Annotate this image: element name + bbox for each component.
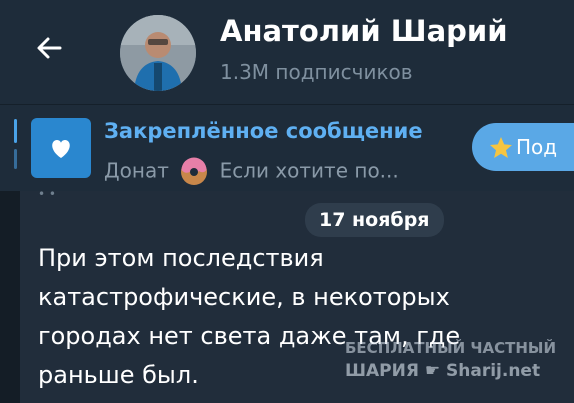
pinned-preview-prefix: Донат [104, 158, 169, 183]
subscribe-label: Под [516, 135, 558, 159]
pinned-preview: Донат Если хотите по... [104, 157, 399, 187]
pinned-title: Закреплённое сообщение [104, 119, 423, 143]
channel-header: Анатолий Шарий 1.3M подписчиков [0, 0, 574, 104]
pinned-indicator [14, 119, 17, 143]
pinned-indicator [14, 149, 17, 169]
chat-gutter [0, 191, 20, 403]
pinned-preview-suffix: Если хотите по... [219, 158, 399, 183]
date-badge: 17 ноября [305, 203, 444, 237]
heart-icon [52, 140, 70, 158]
avatar[interactable] [120, 15, 196, 91]
subscriber-count: 1.3M подписчиков [220, 60, 413, 84]
donut-icon [181, 157, 208, 185]
message-separator: • • [38, 187, 56, 201]
pinned-message-bar[interactable]: Закреплённое сообщение Донат Если хотите… [0, 104, 574, 191]
star-icon [490, 137, 512, 158]
subscribe-button[interactable]: Под [472, 123, 574, 171]
arrow-left-icon[interactable] [30, 28, 70, 68]
channel-title[interactable]: Анатолий Шарий [220, 14, 508, 48]
chat-area[interactable]: • • 17 ноября При этом последствия катас… [0, 187, 574, 403]
watermark-line: ШАРИЯ ☛ Sharij.net [345, 361, 541, 381]
message-line: При этом последствия [38, 244, 324, 272]
watermark-line: БЕСПЛАТНЫЙ ЧАСТНЫЙ [345, 339, 557, 357]
pinned-thumbnail [31, 118, 91, 178]
message-line: катастрофические, в некоторых [38, 283, 450, 311]
avatar-image [120, 15, 196, 91]
